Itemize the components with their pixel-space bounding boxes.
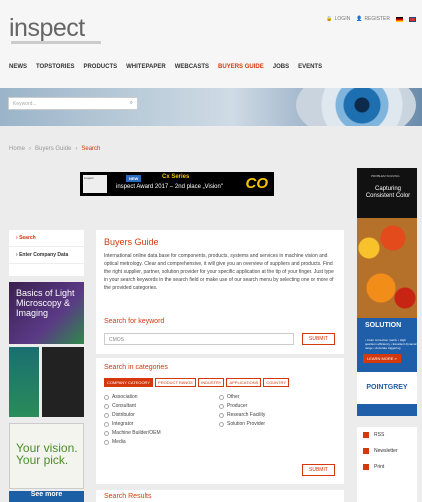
logo-tagline [11, 41, 101, 44]
categories-submit-button[interactable]: SUBMIT [302, 464, 335, 476]
page-title: Buyers Guide [104, 237, 159, 247]
category-option[interactable]: Integrator [104, 420, 219, 428]
sidebar-item-enter-company-data[interactable]: › Enter Company Data [9, 247, 84, 264]
category-option[interactable]: Distributor [104, 411, 219, 419]
banner-award: inspect Award 2017 – 2nd place „Vision" [116, 184, 223, 190]
site-logo[interactable]: inspect [9, 14, 85, 43]
rss-link[interactable]: RSS [357, 427, 417, 443]
share-tools: RSS Newsletter Print [357, 427, 417, 502]
banner-logo: inspect [83, 175, 107, 193]
sidebar-menu: › Search › Enter Company Data [9, 230, 84, 276]
main-nav: NEWS TOPSTORIES PRODUCTS WHITEPAPER WEBC… [9, 64, 322, 70]
category-checklist: Association Other Consultant Producer Di… [104, 393, 334, 446]
hero-banner: Keyword... ⌕ [0, 88, 422, 126]
ad-image-a[interactable] [9, 347, 39, 417]
category-option[interactable]: Consultant [104, 402, 219, 410]
nav-events[interactable]: EVENTS [298, 64, 322, 70]
ad-solution: SOLUTION • Color correction matrix • Hig… [357, 318, 417, 416]
register-link[interactable]: 👤 REGISTER [356, 16, 390, 22]
banner-new-badge: NEW [126, 175, 142, 182]
category-option[interactable]: Research Facility [219, 411, 334, 419]
keyword-title: Search for keyword [104, 318, 165, 325]
ad-top: PROBLEM SOLVING Capturing Consistent Col… [357, 168, 417, 218]
nav-topstories[interactable]: TOPSTORIES [36, 64, 74, 70]
categories-panel: Search in categories COMPANY CATEGORY PR… [96, 358, 344, 484]
breadcrumb-buyers-guide[interactable]: Buyers Guide [35, 146, 71, 152]
category-option[interactable]: Other [219, 393, 334, 401]
results-title: Search Results [104, 493, 152, 500]
ad-your-vision[interactable]: Your vision. Your pick. [9, 423, 84, 489]
nav-buyers-guide[interactable]: BUYERS GUIDE [218, 64, 264, 70]
keyword-input[interactable]: CMOS [104, 333, 294, 345]
sidebar-item-search[interactable]: › Search [9, 230, 84, 247]
ad-see-more[interactable]: See more [9, 491, 84, 502]
print-link[interactable]: Print [357, 459, 417, 475]
breadcrumb-home[interactable]: Home [9, 146, 25, 152]
tab-product-range[interactable]: PRODUCT RANGE [155, 378, 197, 387]
newsletter-link[interactable]: Newsletter [357, 443, 417, 459]
german-flag-icon[interactable] [396, 16, 403, 22]
eye-image [296, 88, 416, 126]
banner-series: Cx Series [162, 174, 190, 180]
pointgrey-logo: POINTGREY [357, 372, 417, 404]
header: inspect 🔒 LOGIN 👤 REGISTER NEWS TOPSTORI… [0, 0, 422, 90]
intro-panel: Buyers Guide International online data b… [96, 230, 344, 312]
print-icon [363, 464, 369, 470]
ad-light-microscopy[interactable]: Basics of Light Microscopy & Imaging [9, 282, 84, 344]
nav-webcasts[interactable]: WEBCASTS [175, 64, 209, 70]
learn-more-button[interactable]: LEARN MORE » [363, 354, 401, 363]
tab-country[interactable]: COUNTRY [263, 378, 290, 387]
tab-industry[interactable]: INDUSTRY [198, 378, 225, 387]
intro-text: International online data base for compo… [104, 253, 334, 291]
fruit-image [357, 218, 417, 318]
category-option[interactable]: Solution Provider [219, 420, 334, 428]
keyword-panel: Search for keyword CMOS SUBMIT [96, 312, 344, 354]
keyword-submit-button[interactable]: SUBMIT [302, 333, 335, 345]
breadcrumb: Home › Buyers Guide › Search [9, 146, 101, 152]
search-input[interactable]: Keyword... ⌕ [8, 97, 138, 110]
nav-jobs[interactable]: JOBS [273, 64, 289, 70]
category-option[interactable]: Association [104, 393, 219, 401]
tab-applications[interactable]: APPLICATIONS [226, 378, 262, 387]
category-option[interactable]: Media [104, 438, 219, 446]
category-option[interactable]: Producer [219, 402, 334, 410]
banner-co-logo: CO [245, 175, 269, 192]
categories-title: Search in categories [104, 364, 168, 371]
english-flag-icon[interactable] [409, 16, 416, 22]
nav-products[interactable]: PRODUCTS [83, 64, 117, 70]
category-tabs: COMPANY CATEGORY PRODUCT RANGE INDUSTRY … [104, 378, 290, 387]
nav-whitepaper[interactable]: WHITEPAPER [126, 64, 166, 70]
ad-image-b[interactable] [42, 347, 84, 417]
results-panel: Search Results [96, 490, 344, 502]
rss-icon [363, 432, 369, 438]
category-option[interactable]: Machine Builder/OEM [104, 429, 219, 437]
search-icon[interactable]: ⌕ [130, 100, 133, 107]
mail-icon [363, 448, 369, 454]
nav-news[interactable]: NEWS [9, 64, 27, 70]
ad-banner[interactable]: inspect NEW Cx Series inspect Award 2017… [80, 172, 274, 196]
login-link[interactable]: 🔒 LOGIN [326, 16, 350, 22]
top-links: 🔒 LOGIN 👤 REGISTER [326, 16, 416, 22]
ad-pointgrey[interactable]: PROBLEM SOLVING Capturing Consistent Col… [357, 168, 417, 416]
breadcrumb-current: Search [81, 146, 101, 152]
tab-company-category[interactable]: COMPANY CATEGORY [104, 378, 154, 387]
page: inspect 🔒 LOGIN 👤 REGISTER NEWS TOPSTORI… [0, 0, 422, 502]
